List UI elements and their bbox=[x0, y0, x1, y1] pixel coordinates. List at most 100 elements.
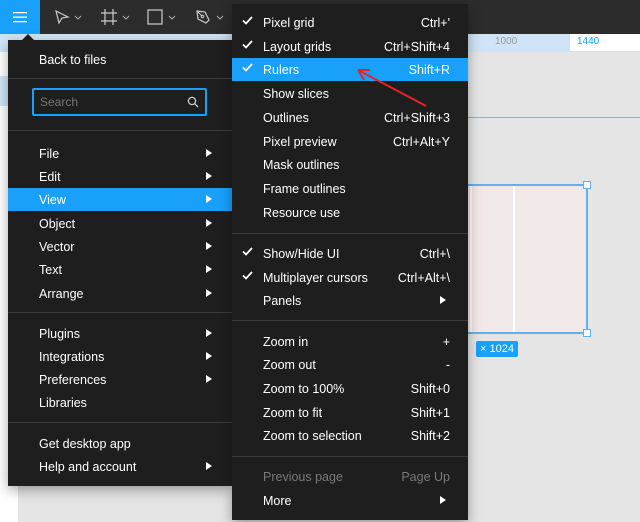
menu-item-label: View bbox=[39, 192, 66, 207]
view-item-panels[interactable]: Panels bbox=[232, 289, 468, 312]
view-item-multiplayer-cursors[interactable]: Multiplayer cursors Ctrl+Alt+\ bbox=[232, 266, 468, 289]
frame-tool[interactable] bbox=[100, 0, 130, 34]
submenu-arrow-icon bbox=[206, 462, 212, 470]
view-item-label: Layout grids bbox=[263, 40, 332, 54]
pen-tool[interactable] bbox=[194, 0, 224, 34]
checkmark-icon bbox=[242, 247, 253, 256]
view-item-label: Frame outlines bbox=[263, 182, 346, 196]
view-item-shortcut: Ctrl+\ bbox=[419, 247, 450, 261]
checkmark-icon bbox=[242, 271, 253, 280]
view-item-zoom-to-100[interactable]: Zoom to 100% Shift+0 bbox=[232, 377, 468, 400]
submenu-arrow-icon bbox=[206, 289, 212, 297]
view-item-shortcut: Ctrl+Shift+3 bbox=[383, 111, 450, 125]
view-item-label: Outlines bbox=[263, 111, 309, 125]
ruler-guide-line[interactable] bbox=[468, 117, 640, 118]
submenu-arrow-icon bbox=[206, 265, 212, 273]
menu-item-view[interactable]: View bbox=[8, 188, 232, 211]
view-item-label: Zoom to selection bbox=[263, 429, 362, 443]
view-item-label: Rulers bbox=[263, 63, 300, 77]
submenu-arrow-icon bbox=[206, 329, 212, 337]
view-item-frame-outlines[interactable]: Frame outlines bbox=[232, 177, 468, 200]
menu-item-plugins[interactable]: Plugins bbox=[8, 322, 232, 345]
menu-item-text[interactable]: Text bbox=[8, 258, 232, 281]
menu-item-get-desktop-app[interactable]: Get desktop app bbox=[8, 432, 232, 455]
view-item-shortcut: Ctrl+' bbox=[420, 16, 450, 30]
move-tool[interactable] bbox=[54, 0, 82, 34]
view-item-zoom-out[interactable]: Zoom out - bbox=[232, 353, 468, 376]
menu-item-object[interactable]: Object bbox=[8, 212, 232, 235]
search-icon bbox=[187, 96, 199, 108]
view-item-shortcut: Shift+R bbox=[408, 63, 450, 77]
shape-tool[interactable] bbox=[146, 0, 176, 34]
menu-pointer bbox=[22, 34, 34, 40]
chevron-down-icon bbox=[74, 15, 82, 20]
resize-handle-top-right[interactable] bbox=[583, 181, 591, 189]
menu-item-label: File bbox=[39, 146, 60, 161]
menu-item-libraries[interactable]: Libraries bbox=[8, 391, 232, 414]
search-field[interactable] bbox=[32, 88, 207, 116]
menu-item-file[interactable]: File bbox=[8, 142, 232, 165]
menu-item-label: Help and account bbox=[39, 459, 137, 474]
view-item-pixel-grid[interactable]: Pixel grid Ctrl+' bbox=[232, 11, 468, 34]
menu-item-label: Object bbox=[39, 216, 76, 231]
view-item-zoom-to-fit[interactable]: Zoom to fit Shift+1 bbox=[232, 401, 468, 424]
chevron-down-icon bbox=[122, 15, 130, 20]
view-item-label: Pixel preview bbox=[263, 135, 337, 149]
view-item-label: Zoom in bbox=[263, 335, 309, 349]
chevron-down-icon bbox=[216, 15, 224, 20]
view-item-label: Resource use bbox=[263, 206, 341, 220]
submenu-arrow-icon bbox=[206, 149, 212, 157]
view-item-rulers[interactable]: Rulers Shift+R bbox=[232, 58, 468, 81]
main-menu-button[interactable] bbox=[0, 0, 40, 34]
view-item-shortcut: Ctrl+Alt+Y bbox=[393, 135, 450, 149]
view-item-show-slices[interactable]: Show slices bbox=[232, 82, 468, 105]
view-item-label: Show/Hide UI bbox=[263, 247, 340, 261]
view-item-more[interactable]: More bbox=[232, 489, 468, 512]
menu-divider bbox=[8, 312, 232, 313]
view-item-label: Zoom to fit bbox=[263, 406, 323, 420]
hamburger-menu-icon bbox=[13, 12, 27, 23]
view-item-zoom-in[interactable]: Zoom in + bbox=[232, 330, 468, 353]
menu-item-preferences[interactable]: Preferences bbox=[8, 368, 232, 391]
submenu-arrow-icon bbox=[206, 242, 212, 250]
menu-item-integrations[interactable]: Integrations bbox=[8, 345, 232, 368]
view-item-shortcut: Shift+1 bbox=[410, 406, 450, 420]
view-item-label: Show slices bbox=[263, 87, 329, 101]
menu-item-label: Vector bbox=[39, 239, 75, 254]
menu-item-label: Arrange bbox=[39, 286, 84, 301]
view-item-pixel-preview[interactable]: Pixel preview Ctrl+Alt+Y bbox=[232, 130, 468, 153]
view-item-shortcut: Ctrl+Alt+\ bbox=[397, 271, 450, 285]
menu-divider bbox=[8, 422, 232, 423]
view-item-resource-use[interactable]: Resource use bbox=[232, 201, 468, 224]
menu-divider bbox=[8, 78, 232, 79]
view-submenu: Pixel grid Ctrl+' Layout grids Ctrl+Shif… bbox=[232, 4, 468, 520]
view-item-mask-outlines[interactable]: Mask outlines bbox=[232, 153, 468, 176]
search-input[interactable] bbox=[40, 94, 180, 110]
resize-handle-bottom-right[interactable] bbox=[583, 329, 591, 337]
cursor-arrow-icon bbox=[55, 9, 70, 25]
rectangle-icon bbox=[147, 9, 163, 25]
view-item-shortcut: Shift+0 bbox=[410, 382, 450, 396]
menu-divider bbox=[232, 233, 468, 234]
view-item-layout-grids[interactable]: Layout grids Ctrl+Shift+4 bbox=[232, 35, 468, 58]
view-item-shortcut: + bbox=[442, 335, 450, 349]
view-item-label: Panels bbox=[263, 294, 302, 308]
submenu-arrow-icon bbox=[206, 172, 212, 180]
view-item-label: Zoom to 100% bbox=[263, 382, 345, 396]
menu-item-edit[interactable]: Edit bbox=[8, 165, 232, 188]
menu-item-label: Text bbox=[39, 262, 62, 277]
layout-grid-column bbox=[513, 186, 515, 332]
menu-divider bbox=[232, 320, 468, 321]
view-item-zoom-to-selection[interactable]: Zoom to selection Shift+2 bbox=[232, 424, 468, 447]
view-item-outlines[interactable]: Outlines Ctrl+Shift+3 bbox=[232, 106, 468, 129]
view-item-previous-page: Previous page Page Up bbox=[232, 465, 468, 488]
menu-item-vector[interactable]: Vector bbox=[8, 235, 232, 258]
view-item-show-hide-ui[interactable]: Show/Hide UI Ctrl+\ bbox=[232, 242, 468, 265]
view-item-shortcut: Page Up bbox=[401, 470, 450, 484]
menu-item-label: Plugins bbox=[39, 326, 80, 341]
back-to-files[interactable]: Back to files bbox=[8, 48, 232, 71]
ruler-label-1440: 1440 bbox=[577, 36, 600, 47]
menu-item-help-and-account[interactable]: Help and account bbox=[8, 455, 232, 478]
selected-frame[interactable] bbox=[458, 181, 591, 337]
menu-item-arrange[interactable]: Arrange bbox=[8, 282, 232, 305]
